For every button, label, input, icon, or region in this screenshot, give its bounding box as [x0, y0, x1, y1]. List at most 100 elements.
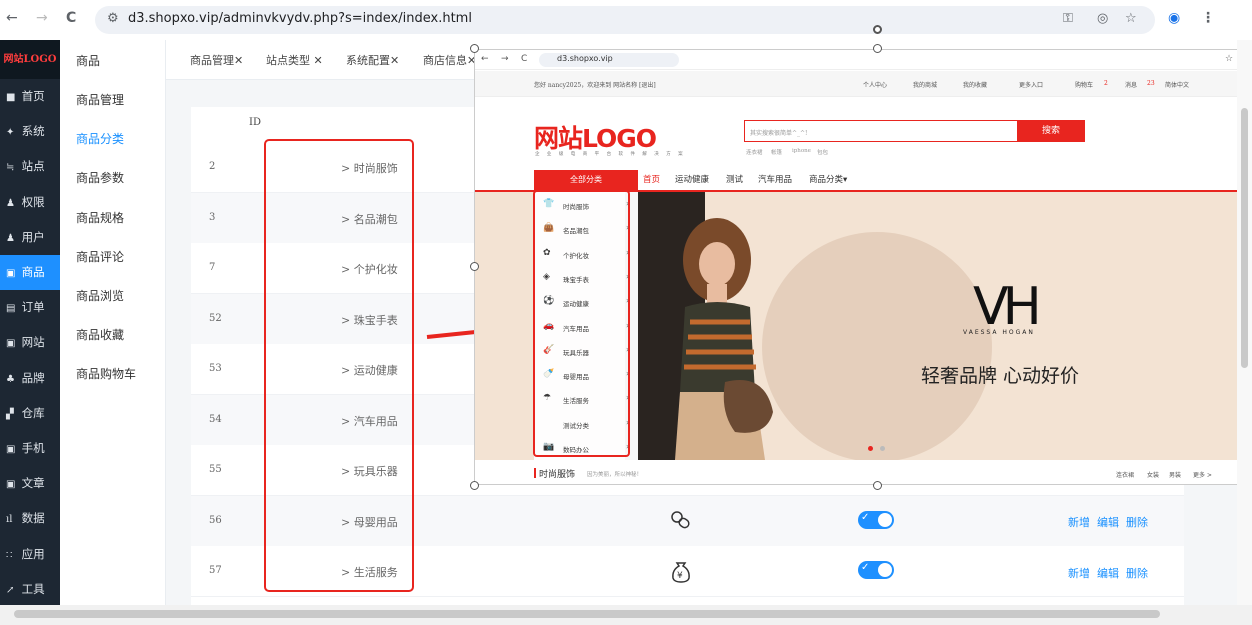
resize-handle-bl[interactable]: [470, 481, 479, 490]
edit-action-56[interactable]: 编辑: [1097, 514, 1119, 530]
banner-model-image: [675, 218, 773, 460]
resize-handle-top[interactable]: [873, 44, 882, 53]
floor-header: 时尚服饰 因为美丽，所以神秘！ 连衣裙 女装 男装 更多 >: [475, 460, 1238, 484]
sidebar-item-11[interactable]: ▣ 文章: [0, 466, 60, 501]
subnav-item-3[interactable]: 商品规格: [76, 209, 124, 226]
sub-navigation: 商品 商品管理 商品分类 商品参数 商品规格 商品评论 商品浏览 商品收藏 商品购物车: [60, 40, 166, 605]
menu-kebab-icon[interactable]: ⋮: [1201, 10, 1215, 26]
sidebar-item-7[interactable]: ▣ 网站: [0, 325, 60, 360]
status-toggle-56[interactable]: ✓: [858, 511, 894, 529]
add-action-57[interactable]: 新增: [1068, 565, 1090, 581]
bookmark-star-icon[interactable]: ☆: [1125, 11, 1137, 26]
tab-2[interactable]: 系统配置✕: [346, 52, 399, 68]
sidebar-icon: ✦: [6, 127, 15, 139]
subnav-item-6[interactable]: 商品收藏: [76, 326, 124, 343]
site-settings-icon[interactable]: ⚙: [107, 11, 119, 26]
sidebar-item-1[interactable]: ✦ 系统: [0, 114, 60, 149]
tab-1[interactable]: 站点类型 ✕: [266, 52, 323, 68]
add-action-56[interactable]: 新增: [1068, 514, 1090, 530]
delete-action-57[interactable]: 删除: [1126, 565, 1148, 581]
sidebar-item-13[interactable]: ∷ 应用: [0, 537, 60, 572]
sidebar-icon: ∷: [6, 549, 13, 561]
tab-0[interactable]: 商品管理✕: [190, 52, 243, 68]
sidebar-item-label: 品牌: [21, 370, 45, 385]
sidebar-item-label: 站点: [21, 159, 45, 174]
subnav-item-4[interactable]: 商品评论: [76, 248, 124, 265]
resize-handle-left[interactable]: [470, 262, 479, 271]
row-id: 2: [209, 161, 216, 172]
address-bar[interactable]: ⚙ d3.shopxo.vip/adminvkvydv.php?s=index/…: [95, 6, 1155, 34]
profile-icon[interactable]: ◉: [1168, 10, 1180, 26]
eye-off-icon[interactable]: ◎: [1097, 11, 1108, 26]
sidebar-item-2[interactable]: ≒ 站点: [0, 149, 60, 184]
row-id: 54: [209, 413, 222, 425]
site-logo: 网站LOGO: [0, 40, 60, 79]
sidebar-item-12[interactable]: ıl 数据: [0, 501, 60, 536]
money-bag-icon: ¥: [668, 558, 694, 589]
admin-sidebar: 网站LOGO ■ 首页 ✦ 系统 ≒ 站点 ♟ 权限 ♟ 用户 ▣ 商品 ▤ 订单 ▣ 网站 ♣…: [0, 40, 60, 605]
sidebar-icon: ♟: [6, 197, 15, 209]
top-link-favorites: 我的收藏: [963, 82, 988, 89]
vertical-scrollbar[interactable]: [1237, 40, 1252, 605]
sidebar-icon: ♣: [6, 373, 15, 385]
row-id: 53: [209, 363, 222, 374]
all-categories-button: 全部分类: [534, 170, 638, 190]
sidebar-item-3[interactable]: ♟ 权限: [0, 185, 60, 220]
top-link-cart: 购物车: [1075, 82, 1094, 89]
resize-handle-tl[interactable]: [470, 44, 479, 53]
horizontal-scroll-thumb[interactable]: [14, 610, 1160, 618]
row-id: 7: [209, 262, 216, 273]
sidebar-item-4[interactable]: ♟ 用户: [0, 220, 60, 255]
sidebar-item-label: 用户: [21, 229, 45, 244]
sidebar-item-10[interactable]: ▣ 手机: [0, 431, 60, 466]
subnav-item-0[interactable]: 商品管理: [76, 91, 124, 108]
carousel-dot: [880, 446, 885, 451]
preview-address-bar: d3.shopxo.vip: [539, 53, 679, 67]
delete-action-56[interactable]: 删除: [1126, 514, 1148, 530]
row-id: 57: [209, 565, 222, 576]
floor-more-link: 更多 >: [1193, 472, 1212, 479]
forward-icon[interactable]: →: [36, 10, 48, 26]
tab-3[interactable]: 商店信息✕: [423, 52, 476, 68]
rotate-handle[interactable]: [873, 25, 882, 34]
nav-home: 首页: [643, 175, 661, 185]
subnav-item-7[interactable]: 商品购物车: [76, 365, 136, 382]
banner-slogan: 轻奢品牌 心动好价: [921, 365, 1080, 387]
floor-accent-bar: [534, 468, 536, 478]
top-link-messages: 消息: [1125, 82, 1138, 89]
status-toggle-57[interactable]: ✓: [858, 561, 894, 579]
hot-word: iphone: [792, 148, 811, 154]
sidebar-item-5[interactable]: ▣ 商品: [0, 255, 60, 290]
back-icon[interactable]: ←: [6, 10, 18, 26]
banner-brand-name: VAESSA HOGAN: [963, 329, 1035, 336]
nav-sports: 运动健康: [675, 175, 710, 185]
sidebar-item-label: 工具: [21, 581, 45, 596]
resize-handle-bottom[interactable]: [873, 481, 882, 490]
subnav-item-2[interactable]: 商品参数: [76, 169, 124, 186]
preview-star-icon: ☆: [1225, 54, 1234, 64]
password-key-icon[interactable]: ⚿: [1063, 11, 1073, 26]
svg-text:¥: ¥: [677, 571, 683, 581]
baby-pacifier-icon: [668, 508, 694, 539]
sidebar-icon: ■: [6, 92, 16, 103]
sidebar-icon: ▣: [6, 479, 16, 491]
sidebar-icon: ≒: [6, 162, 15, 174]
horizontal-scrollbar[interactable]: [0, 605, 1252, 625]
row-id: 56: [209, 514, 222, 526]
sidebar-item-label: 网站: [21, 335, 45, 350]
sidebar-item-6[interactable]: ▤ 订单: [0, 290, 60, 325]
subnav-item-1[interactable]: 商品分类: [76, 130, 124, 147]
hot-word: 连衣裙: [746, 150, 763, 156]
reload-icon[interactable]: C: [66, 10, 76, 26]
sidebar-item-14[interactable]: ↗ 工具: [0, 572, 60, 605]
sidebar-icon: ♟: [6, 232, 15, 244]
sidebar-item-8[interactable]: ♣ 品牌: [0, 361, 60, 396]
sidebar-item-0[interactable]: ■ 首页: [0, 79, 60, 114]
edit-action-57[interactable]: 编辑: [1097, 565, 1119, 581]
subnav-item-5[interactable]: 商品浏览: [76, 287, 124, 304]
sidebar-icon: ▣: [6, 444, 16, 455]
sidebar-icon: ▤: [6, 303, 16, 315]
vertical-scroll-thumb[interactable]: [1241, 108, 1248, 368]
sidebar-item-9[interactable]: ▞ 仓库: [0, 396, 60, 431]
sidebar-item-label: 应用: [21, 546, 45, 561]
